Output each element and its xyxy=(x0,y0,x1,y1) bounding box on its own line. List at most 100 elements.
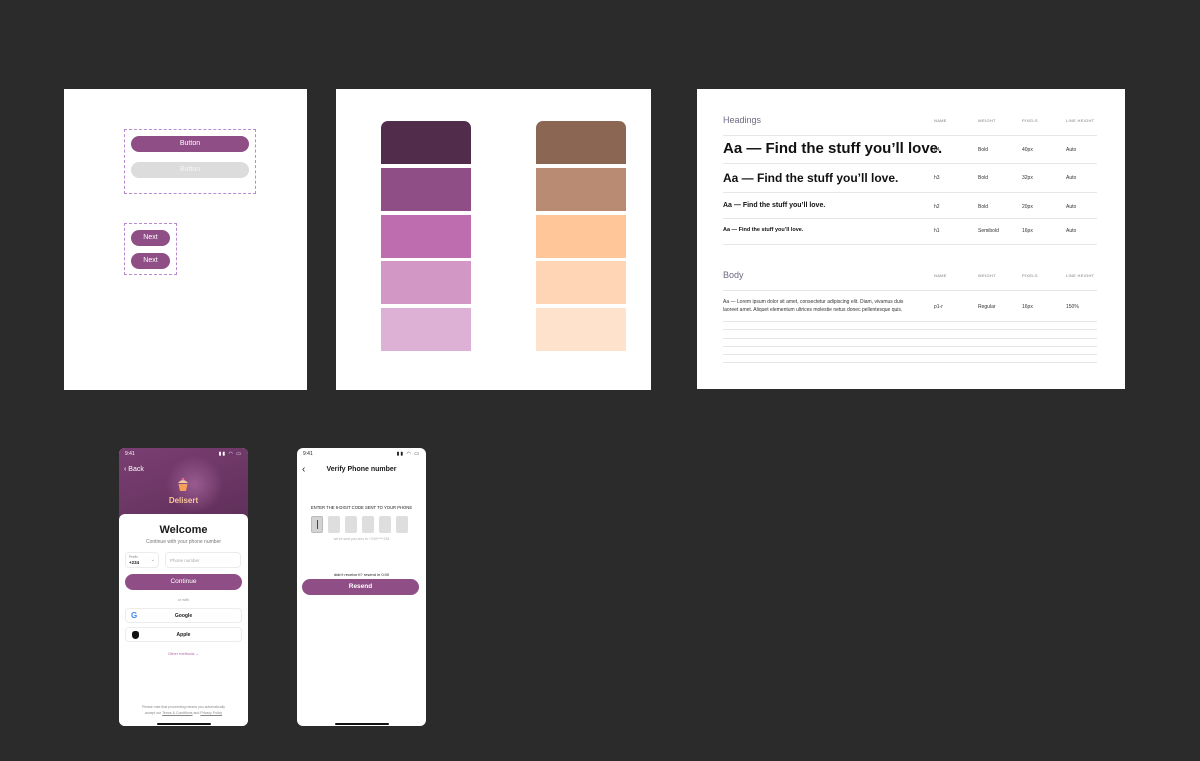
col-weight: WEIGHT xyxy=(978,273,996,278)
home-indicator xyxy=(334,723,389,725)
otp-digit-6[interactable] xyxy=(396,516,408,533)
resend-timer: didn't receive it? resend in 0:00 xyxy=(333,572,390,577)
heading-sample-h3: Aa — Find the stuff you’ll love. xyxy=(723,171,899,185)
p1-line-height: 150% xyxy=(1066,304,1079,310)
resend-button[interactable]: Resend xyxy=(302,579,419,595)
peach-swatch-4 xyxy=(536,261,626,304)
h3-weight: Bold xyxy=(978,175,989,181)
col-name: NAME xyxy=(934,118,947,123)
country-prefix-select[interactable]: Prefix +234 ⌄ xyxy=(125,552,159,568)
other-methods-label: Other methods xyxy=(168,651,195,656)
col-weight: WEIGHT xyxy=(978,118,996,123)
primary-button[interactable]: Button xyxy=(131,136,249,152)
h4-pixels: 40px xyxy=(1022,147,1033,153)
chevron-left-icon: ‹ xyxy=(124,466,127,473)
h3-pixels: 32px xyxy=(1022,175,1033,181)
continue-button[interactable]: Continue xyxy=(125,574,242,590)
peach-swatch-5 xyxy=(536,308,626,351)
status-time: 9:41 xyxy=(303,451,313,457)
col-pixels: PIXELS xyxy=(1022,273,1038,278)
body-title: Body xyxy=(723,270,744,280)
divider xyxy=(723,135,1097,136)
peach-swatch-1 xyxy=(536,121,626,164)
text-cursor xyxy=(317,520,318,529)
divider xyxy=(723,290,1097,291)
color-palette-frame xyxy=(336,89,651,390)
or-with-divider: or with xyxy=(177,597,190,602)
legal-prefix: accept our xyxy=(144,711,162,715)
chevron-down-icon: ⌄ xyxy=(195,651,199,656)
purple-swatch-1 xyxy=(381,121,471,164)
divider xyxy=(723,346,1097,347)
h2-weight: Bold xyxy=(978,204,989,210)
h1-name: h1 xyxy=(934,228,940,234)
h4-name: h4 xyxy=(934,147,940,153)
chevron-down-icon: ⌄ xyxy=(150,557,155,563)
h1-weight: Semibold xyxy=(978,228,999,234)
col-line-height: LINE HEIGHT xyxy=(1066,273,1095,278)
peach-swatch-3 xyxy=(536,215,626,258)
h1-line-height: Auto xyxy=(1066,228,1077,234)
next-button-pressed[interactable]: Next xyxy=(131,253,170,269)
typography-frame: Headings NAME WEIGHT PIXELS LINE HEIGHT … xyxy=(697,89,1125,389)
home-indicator xyxy=(156,723,211,725)
status-time: 9:41 xyxy=(125,451,135,457)
privacy-link[interactable]: Privacy Policy xyxy=(200,711,222,715)
p1-weight: Regular xyxy=(978,304,996,310)
back-button[interactable]: ‹ Back xyxy=(124,466,144,473)
p1-pixels: 16px xyxy=(1022,304,1033,310)
h4-line-height: Auto xyxy=(1066,147,1077,153)
body-sample-line-2: laoreet amet. Aliquet elementum ultrices… xyxy=(723,307,903,313)
heading-sample-h2: Aa — Find the stuff you’ll love. xyxy=(723,202,826,209)
google-signin-button[interactable]: G Google xyxy=(125,608,242,623)
divider xyxy=(723,192,1097,193)
heading-sample-h4: Aa — Find the stuff you’ll love. xyxy=(723,140,943,157)
other-methods-link[interactable]: Other methods ⌄ xyxy=(119,651,248,656)
h2-line-height: Auto xyxy=(1066,204,1077,210)
terms-link[interactable]: Terms & Conditions xyxy=(162,711,192,715)
purple-swatch-2 xyxy=(381,168,471,211)
purple-swatch-5 xyxy=(381,308,471,351)
status-icons: ▮▮ ◠ ▭ xyxy=(396,451,420,457)
sms-sent-note: we've sent you sms to +234*****234 xyxy=(333,537,390,541)
divider xyxy=(723,362,1097,363)
divider xyxy=(723,338,1097,339)
phone-number-input[interactable]: Phone number xyxy=(165,552,241,568)
phone-placeholder: Phone number xyxy=(170,558,200,563)
disabled-button[interactable]: Button xyxy=(131,162,249,178)
purple-swatch-4 xyxy=(381,261,471,304)
legal-line-2: accept our Terms & Conditions and Privac… xyxy=(119,711,248,715)
next-button[interactable]: Next xyxy=(131,230,170,246)
prefix-value: +234 xyxy=(129,560,140,565)
divider xyxy=(723,354,1097,355)
headings-title: Headings xyxy=(723,115,762,125)
h3-name: h3 xyxy=(934,175,940,181)
divider xyxy=(723,321,1097,322)
col-line-height: LINE HEIGHT xyxy=(1066,118,1095,123)
divider xyxy=(723,329,1097,330)
verify-screen: 9:41 ▮▮ ◠ ▭ ‹ Verify Phone number ENTER … xyxy=(297,448,426,726)
apple-label: Apple xyxy=(176,632,191,638)
h3-line-height: Auto xyxy=(1066,175,1077,181)
p1-name: p1-r xyxy=(934,304,943,310)
otp-digit-5[interactable] xyxy=(379,516,391,533)
google-label: Google xyxy=(174,613,193,619)
otp-digit-2[interactable] xyxy=(328,516,340,533)
back-label: Back xyxy=(128,466,144,473)
screen-title: Verify Phone number xyxy=(326,466,397,473)
h2-name: h2 xyxy=(934,204,940,210)
divider xyxy=(723,163,1097,164)
heading-sample-h1: Aa — Find the stuff you’ll love. xyxy=(723,227,804,233)
h2-pixels: 20px xyxy=(1022,204,1033,210)
otp-instruction: ENTER THE 6-DIGIT CODE SENT TO YOUR PHON… xyxy=(310,505,413,510)
otp-digit-4[interactable] xyxy=(362,516,374,533)
divider xyxy=(723,244,1097,245)
otp-digit-1[interactable] xyxy=(311,516,323,533)
body-sample-line-1: Aa — Lorem ipsum dolor sit amet, consect… xyxy=(723,299,904,305)
apple-signin-button[interactable]: Apple xyxy=(125,627,242,642)
h1-pixels: 16px xyxy=(1022,228,1033,234)
otp-digit-3[interactable] xyxy=(345,516,357,533)
purple-swatch-3 xyxy=(381,215,471,258)
welcome-title: Welcome xyxy=(159,524,208,536)
peach-swatch-2 xyxy=(536,168,626,211)
